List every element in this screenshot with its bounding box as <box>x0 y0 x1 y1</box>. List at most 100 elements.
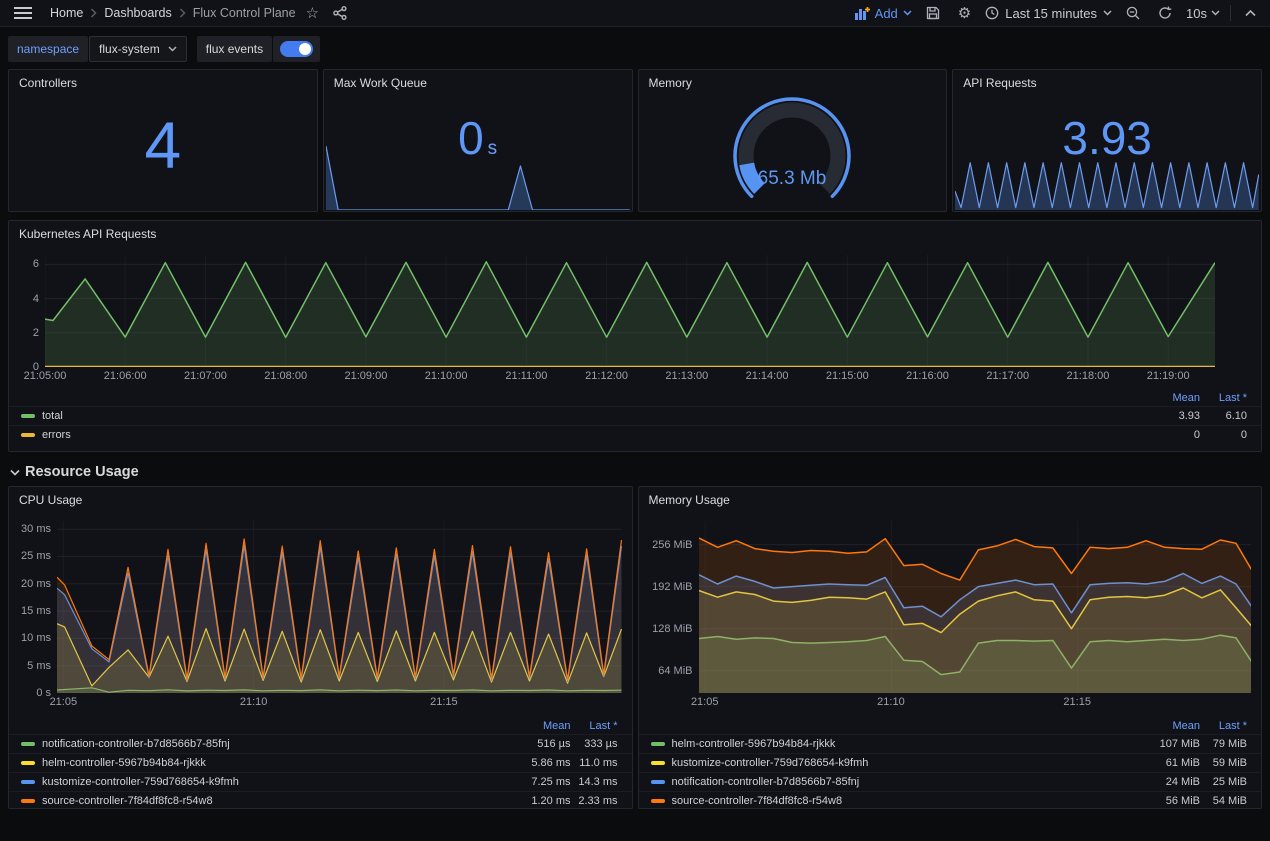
series-color-swatch[interactable] <box>21 780 35 784</box>
series-name[interactable]: helm-controller-5967b94b84-rjkkk <box>42 757 513 769</box>
top-navigation: Home Dashboards Flux Control Plane ☆ Add… <box>0 0 1270 27</box>
series-color-swatch[interactable] <box>21 414 35 418</box>
refresh-button[interactable] <box>1154 4 1176 22</box>
x-tick-label: 21:05 <box>691 696 719 708</box>
favorite-button[interactable]: ☆ <box>302 4 323 23</box>
api-requests-sparkline[interactable] <box>955 158 1259 210</box>
series-name[interactable]: total <box>42 410 1142 422</box>
x-axis: 21:05:0021:06:0021:07:0021:08:0021:09:00… <box>45 370 1215 385</box>
collapse-toolbar-button[interactable] <box>1241 8 1260 19</box>
legend-value: 1.20 ms <box>513 795 571 807</box>
panel-title: API Requests <box>953 70 1261 94</box>
series-name[interactable]: kustomize-controller-759d768654-k9fmh <box>672 757 1143 769</box>
panel-title: Max Work Queue <box>324 70 632 94</box>
menu-toggle-button[interactable] <box>10 4 36 22</box>
legend-value: 3.93 <box>1142 410 1200 422</box>
y-axis: 64 MiB128 MiB192 MiB256 MiB <box>647 521 693 693</box>
legend-column-header[interactable]: Last * <box>1200 392 1247 404</box>
legend-row: source-controller-7f84df8fc8-r54w81.20 m… <box>9 791 632 809</box>
breadcrumb: Home Dashboards Flux Control Plane <box>50 6 296 20</box>
memory-gauge[interactable]: 65.3 Mb <box>639 90 947 211</box>
series-color-swatch[interactable] <box>651 761 665 765</box>
flux-events-toggle[interactable] <box>273 36 320 62</box>
panel-memory-usage: Memory Usage 64 MiB128 MiB192 MiB256 MiB… <box>638 486 1263 809</box>
breadcrumb-home[interactable]: Home <box>50 6 83 20</box>
x-tick-label: 21:19:00 <box>1147 370 1190 382</box>
legend-row: notification-controller-b7d8566b7-85fnj5… <box>9 734 632 753</box>
add-label: Add <box>875 6 898 21</box>
x-tick-label: 21:12:00 <box>585 370 628 382</box>
series-color-swatch[interactable] <box>651 742 665 746</box>
series-name[interactable]: source-controller-7f84df8fc8-r54w8 <box>42 795 513 807</box>
legend-row: source-controller-7f84df8fc8-r54w856 MiB… <box>639 791 1262 809</box>
x-tick-label: 21:05 <box>50 696 78 708</box>
legend-value: 6.10 <box>1200 410 1247 422</box>
legend-column-header[interactable]: Last * <box>1200 720 1247 732</box>
series-name[interactable]: helm-controller-5967b94b84-rjkkk <box>672 738 1143 750</box>
legend-value: 0 <box>1200 429 1247 441</box>
series-name[interactable]: notification-controller-b7d8566b7-85fnj <box>672 776 1143 788</box>
legend-row: total3.936.10 <box>9 406 1261 425</box>
save-dashboard-button[interactable] <box>922 4 944 22</box>
series-color-swatch[interactable] <box>21 799 35 803</box>
row-resource-usage[interactable]: Resource Usage <box>10 464 1262 480</box>
breadcrumb-dashboards[interactable]: Dashboards <box>104 6 171 20</box>
legend-value: 107 MiB <box>1142 738 1200 750</box>
x-tick-label: 21:06:00 <box>104 370 147 382</box>
legend-value: 14.3 ms <box>571 776 618 788</box>
dashboard-settings-button[interactable]: ⚙ <box>954 4 975 23</box>
x-tick-label: 21:07:00 <box>184 370 227 382</box>
zoom-out-time-button[interactable] <box>1122 4 1144 22</box>
legend-column-header[interactable]: Last * <box>571 720 618 732</box>
x-axis: 21:0521:1021:15 <box>57 696 622 711</box>
series-color-swatch[interactable] <box>21 433 35 437</box>
y-tick-label: 5 ms <box>27 660 51 672</box>
refresh-interval-picker[interactable]: 10s <box>1186 6 1220 21</box>
x-axis: 21:0521:1021:15 <box>699 696 1252 711</box>
legend-row: notification-controller-b7d8566b7-85fnj2… <box>639 772 1262 791</box>
x-tick-label: 21:15 <box>430 696 458 708</box>
legend-column-header[interactable]: Mean <box>1142 392 1200 404</box>
legend-column-header[interactable]: Mean <box>1142 720 1200 732</box>
kubernetes-api-requests-chart[interactable] <box>45 255 1215 367</box>
add-panel-button[interactable]: Add <box>855 6 912 21</box>
share-button[interactable] <box>329 4 351 22</box>
legend-value: 333 µs <box>571 738 618 750</box>
y-axis: 0 s5 ms10 ms15 ms20 ms25 ms30 ms <box>17 521 51 693</box>
chevron-down-icon <box>10 469 20 476</box>
gauge-value-label: 65.3 Mb <box>758 168 827 189</box>
legend-column-header[interactable]: Mean <box>513 720 571 732</box>
y-axis: 0246 <box>17 255 39 367</box>
max-work-queue-sparkline[interactable] <box>326 142 630 210</box>
legend-header: MeanLast * <box>9 389 1261 406</box>
time-range-picker[interactable]: Last 15 minutes <box>985 6 1112 21</box>
legend-table: MeanLast * notification-controller-b7d856… <box>9 717 632 809</box>
chevron-down-icon <box>168 46 177 52</box>
panel-kubernetes-api-requests: Kubernetes API Requests 0246 21:05:0021:… <box>8 220 1262 452</box>
magnifier-minus-icon <box>1126 6 1140 20</box>
series-name[interactable]: kustomize-controller-759d768654-k9fmh <box>42 776 513 788</box>
cpu-usage-chart[interactable] <box>57 521 622 693</box>
namespace-variable-select[interactable]: flux-system <box>89 36 187 62</box>
series-name[interactable]: errors <box>42 429 1142 441</box>
series-name[interactable]: source-controller-7f84df8fc8-r54w8 <box>672 795 1143 807</box>
series-color-swatch[interactable] <box>21 761 35 765</box>
legend-row: kustomize-controller-759d768654-k9fmh61 … <box>639 753 1262 772</box>
series-color-swatch[interactable] <box>21 742 35 746</box>
series-color-swatch[interactable] <box>651 799 665 803</box>
dashboard-variables-bar: namespace flux-system flux events <box>0 27 1270 69</box>
series-name[interactable]: notification-controller-b7d8566b7-85fnj <box>42 738 513 750</box>
panel-memory-gauge: Memory 65.3 Mb <box>638 69 948 212</box>
memory-usage-chart[interactable] <box>699 521 1252 693</box>
legend-row: kustomize-controller-759d768654-k9fmh7.2… <box>9 772 632 791</box>
toolbar-divider <box>1230 5 1231 21</box>
chevron-right-icon <box>90 8 97 18</box>
chevron-down-icon <box>903 10 912 16</box>
legend-row: helm-controller-5967b94b84-rjkkk107 MiB7… <box>639 734 1262 753</box>
panel-title: Memory Usage <box>639 487 1262 511</box>
x-tick-label: 21:15:00 <box>826 370 869 382</box>
chevron-down-icon <box>1211 10 1220 16</box>
series-color-swatch[interactable] <box>651 780 665 784</box>
legend-value: 516 µs <box>513 738 571 750</box>
y-tick-label: 10 ms <box>21 632 51 644</box>
